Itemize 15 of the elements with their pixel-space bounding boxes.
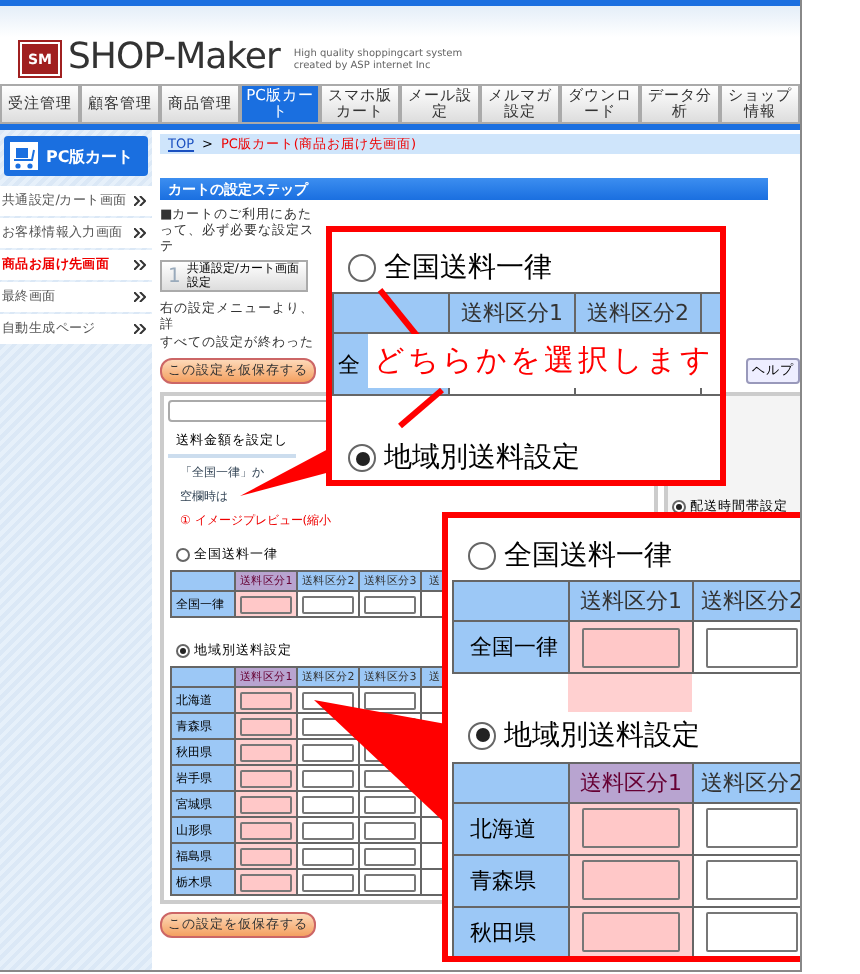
row-label: 北海道 — [453, 802, 569, 854]
column-header: 送料区分2 — [575, 293, 701, 333]
logo: SHOP-Maker — [68, 40, 280, 76]
sidebar-heading: PC版カート — [46, 145, 134, 167]
column-header: 送料区分1 — [449, 293, 575, 333]
column-header: 送料区分1 — [569, 581, 693, 621]
radio-option[interactable]: 地域別送料設定 — [348, 440, 580, 476]
radio-option[interactable]: 全国送料一律 — [468, 538, 672, 574]
radio-option[interactable]: 全国送料一律 — [348, 250, 552, 286]
row-label: 全国一律 — [453, 621, 569, 673]
column-header: 送料区分1 — [569, 762, 693, 802]
radio-option[interactable]: 地域別送料設定 — [468, 717, 700, 753]
row-label: 全 — [338, 351, 360, 377]
row-label: 秋田県 — [453, 906, 569, 956]
row-label: 青森県 — [453, 854, 569, 906]
